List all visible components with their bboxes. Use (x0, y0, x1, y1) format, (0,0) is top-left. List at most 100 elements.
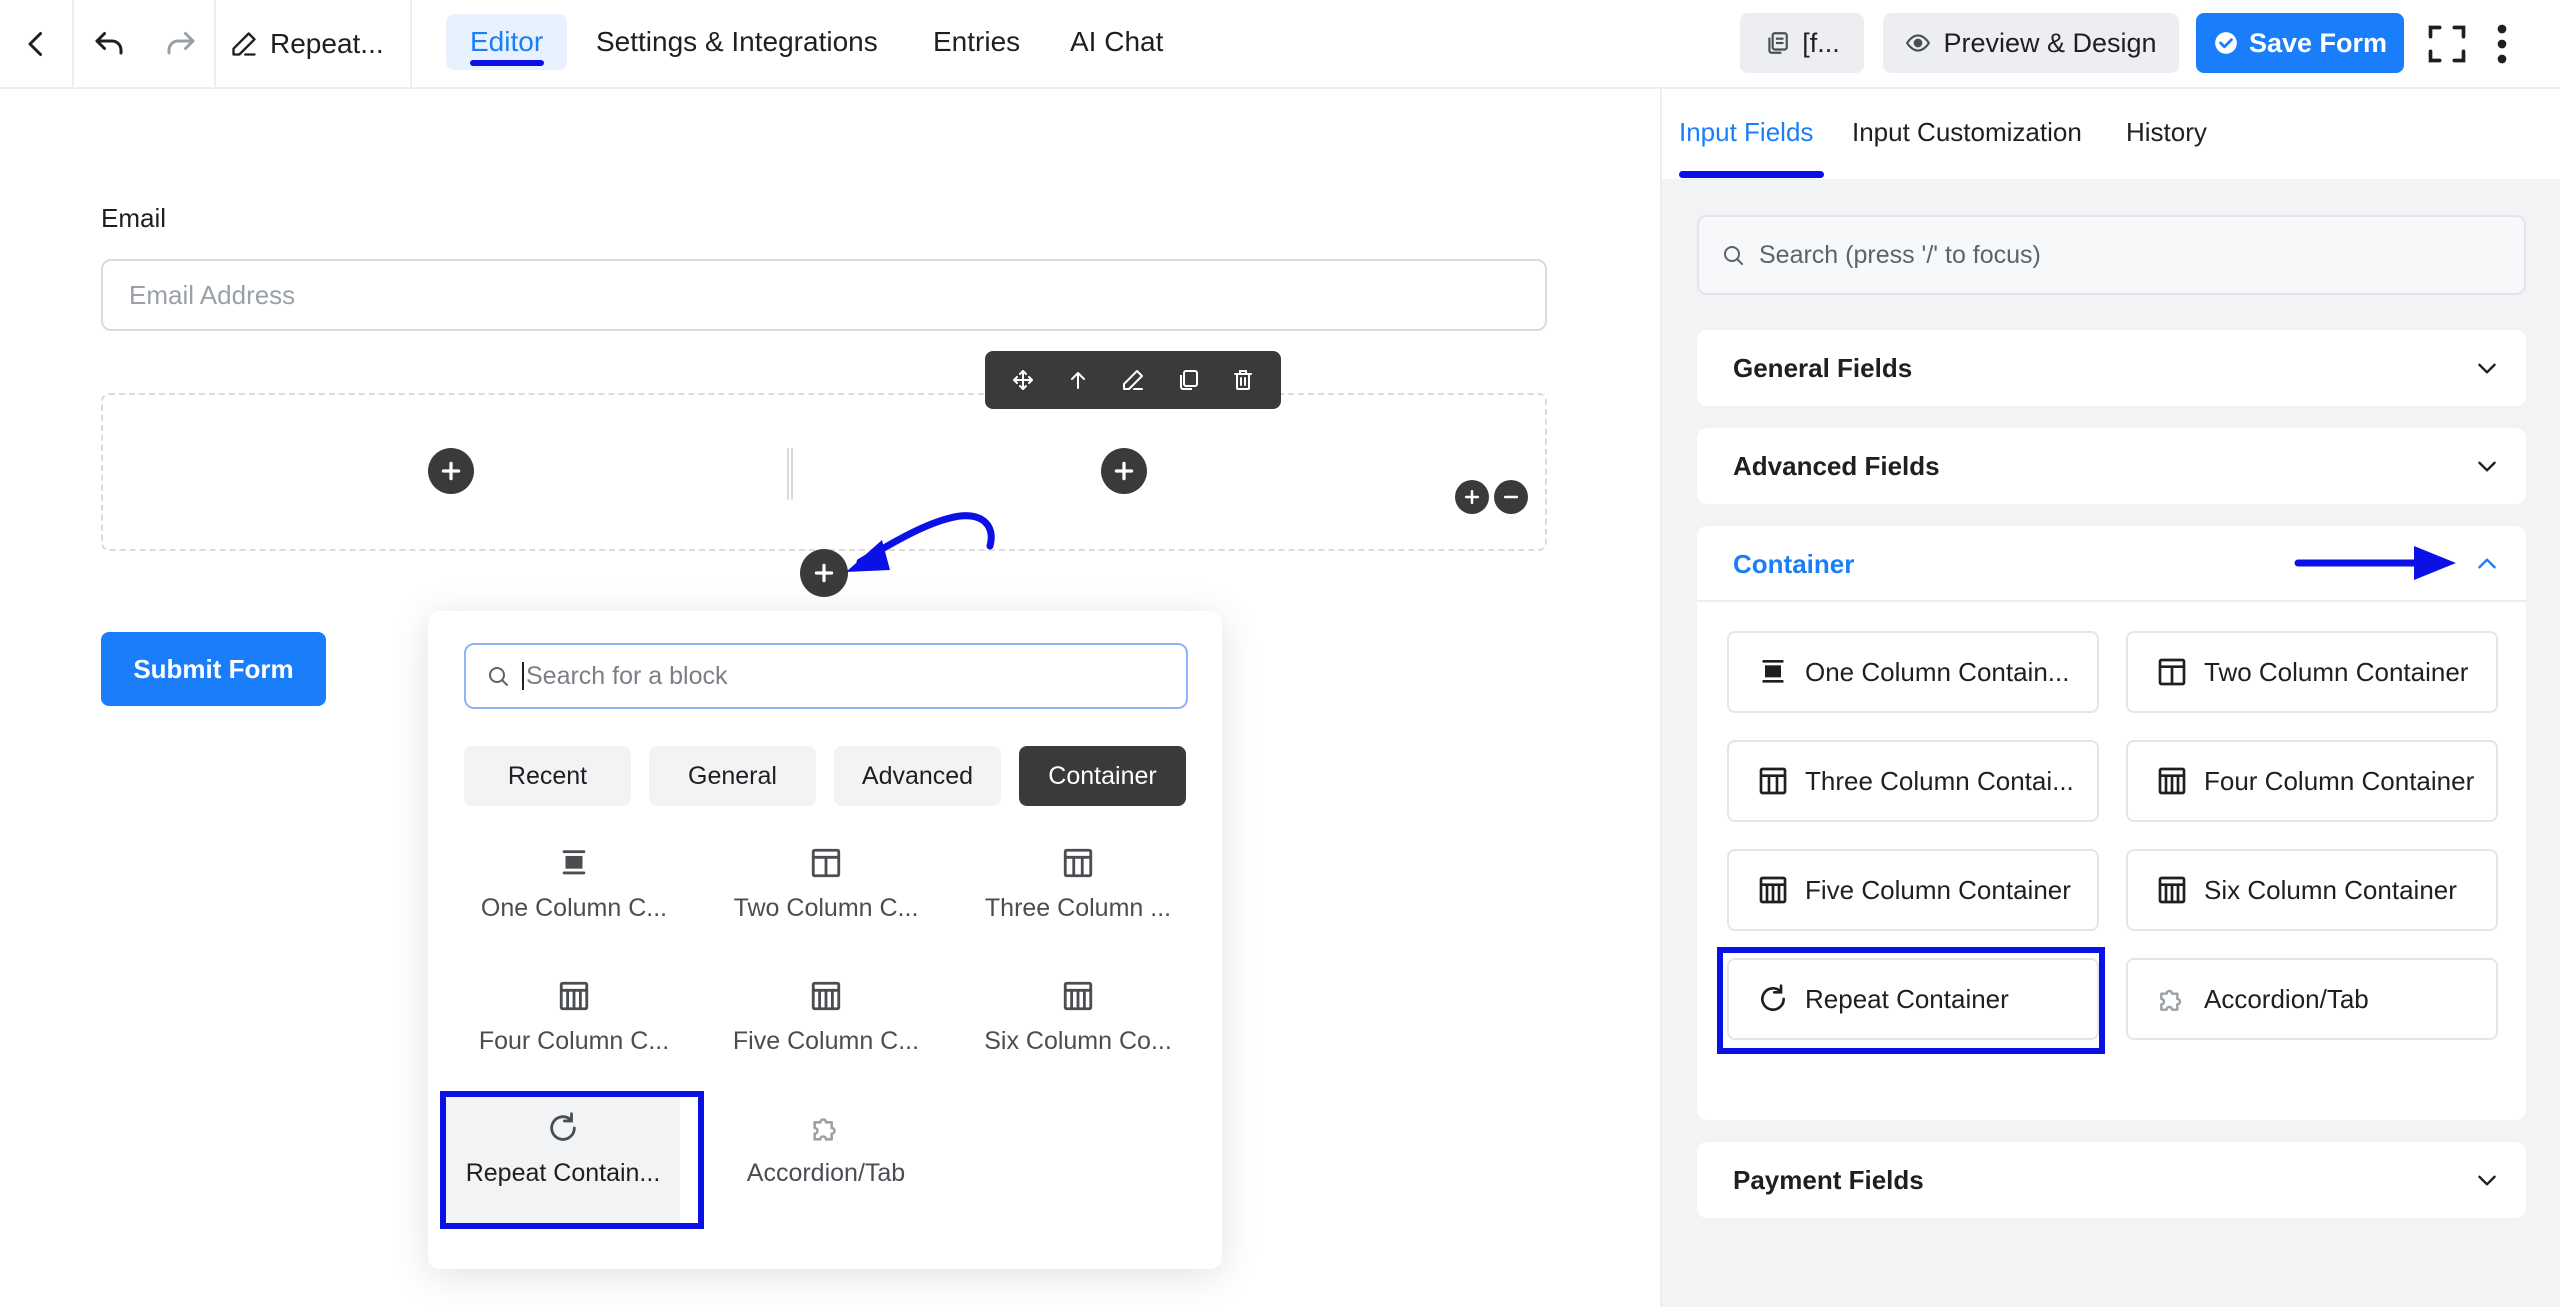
block-label: One Column C... (480, 894, 668, 922)
chevron-left-icon (28, 31, 42, 56)
field-label: Six Column Container (2204, 874, 2457, 905)
add-block-button[interactable] (800, 549, 848, 597)
preview-design-label: Preview & Design (1943, 27, 2157, 58)
field-label: Accordion/Tab (2204, 983, 2369, 1014)
block-five-column[interactable]: Five Column C... (716, 979, 936, 1089)
back-button[interactable] (0, 0, 72, 87)
form-name-label: Repeat... (270, 27, 384, 59)
fullscreen-button[interactable] (2420, 0, 2474, 87)
trash-icon (1234, 370, 1253, 390)
one-column-icon (1762, 660, 1784, 683)
section-title: Payment Fields (1733, 1165, 1924, 1195)
annotation-highlight-box (440, 1091, 704, 1229)
arrow-up-icon (1070, 372, 1085, 389)
category-advanced[interactable]: Advanced (834, 746, 1001, 806)
add-column-button[interactable] (1455, 480, 1489, 514)
add-field-column-2-button[interactable] (1101, 448, 1147, 494)
block-label: Five Column C... (732, 1027, 920, 1055)
block-label: Four Column C... (478, 1027, 670, 1055)
block-three-column[interactable]: Three Column ... (968, 846, 1188, 956)
field-accordion-tab[interactable]: Accordion/Tab (2126, 958, 2498, 1040)
top-bar: Repeat... Editor Settings & Integrations… (0, 0, 2560, 89)
fields-search-box[interactable] (1697, 215, 2526, 295)
duplicate-button[interactable] (1174, 366, 1202, 394)
tab-history[interactable]: History (2126, 117, 2207, 148)
advanced-fields-section[interactable]: Advanced Fields (1697, 428, 2526, 504)
undo-icon (95, 31, 123, 54)
category-recent[interactable]: Recent (464, 746, 631, 806)
section-title: General Fields (1733, 353, 1913, 383)
tab-input-fields[interactable]: Input Fields (1679, 117, 1813, 148)
category-container[interactable]: Container (1019, 746, 1186, 806)
edit-button[interactable] (1119, 366, 1147, 394)
category-general[interactable]: General (649, 746, 816, 806)
save-form-label: Save Form (2248, 27, 2388, 58)
plus-icon (1464, 489, 1480, 505)
tab-ai-chat[interactable]: AI Chat (1046, 14, 1187, 70)
plus-icon (441, 461, 461, 481)
undo-button[interactable] (74, 0, 144, 87)
two-column-icon (811, 848, 841, 878)
preview-design-button[interactable]: Preview & Design (1883, 13, 2179, 73)
more-options-button[interactable] (2480, 0, 2524, 87)
block-one-column[interactable]: One Column C... (464, 846, 684, 956)
plus-icon (1114, 461, 1134, 481)
container-section-header[interactable]: Container (1697, 526, 2526, 602)
block-accordion-tab[interactable]: Accordion/Tab (716, 1111, 936, 1221)
field-three-column-container[interactable]: Three Column Contai... (1727, 740, 2099, 822)
block-six-column[interactable]: Six Column Co... (968, 979, 1188, 1089)
five-column-icon (811, 981, 841, 1011)
search-icon (489, 667, 508, 686)
block-search-input[interactable] (526, 661, 1166, 691)
field-four-column-container[interactable]: Four Column Container (2126, 740, 2498, 822)
sidebar-tabs: Input Fields Input Customization History (1662, 89, 2560, 179)
field-one-column-container[interactable]: One Column Contain... (1727, 631, 2099, 713)
block-two-column[interactable]: Two Column C... (716, 846, 936, 956)
tab-entries-label: Entries (933, 26, 1021, 57)
redo-button[interactable] (146, 0, 216, 87)
save-form-button[interactable]: Save Form (2196, 13, 2404, 73)
remove-column-button[interactable] (1494, 480, 1528, 514)
field-six-column-container[interactable]: Six Column Container (2126, 849, 2498, 931)
submit-form-button[interactable]: Submit Form (101, 632, 326, 706)
three-column-icon (1759, 767, 1787, 795)
chevron-down-icon (2478, 1175, 2496, 1186)
form-name[interactable]: Repeat... (230, 0, 384, 87)
copy-icon (1768, 32, 1789, 54)
four-column-icon (2158, 767, 2186, 795)
edit-pencil-icon (1122, 370, 1143, 390)
fields-search-input[interactable] (1759, 240, 2499, 270)
two-column-icon (2158, 658, 2186, 686)
email-field-label: Email (101, 203, 167, 233)
tab-settings-integrations[interactable]: Settings & Integrations (572, 14, 902, 70)
general-fields-section[interactable]: General Fields (1697, 330, 2526, 406)
field-label: Three Column Contai... (1805, 765, 2074, 796)
payment-fields-section[interactable]: Payment Fields (1697, 1142, 2526, 1218)
minus-icon (1503, 495, 1519, 499)
block-search-box[interactable] (464, 643, 1188, 709)
block-four-column[interactable]: Four Column C... (464, 979, 684, 1089)
shortcode-button[interactable]: [f... (1740, 13, 1864, 73)
add-field-column-1-button[interactable] (428, 448, 474, 494)
chevron-down-icon (2478, 461, 2496, 472)
puzzle-icon (2160, 989, 2182, 1011)
move-up-button[interactable] (1064, 366, 1092, 394)
email-input[interactable] (101, 259, 1547, 331)
tab-settings-label: Settings & Integrations (596, 26, 878, 57)
column-resize-handle[interactable] (787, 448, 793, 500)
one-column-icon (562, 850, 586, 875)
tab-ai-chat-label: AI Chat (1070, 26, 1164, 57)
field-two-column-container[interactable]: Two Column Container (2126, 631, 2498, 713)
eye-icon (1906, 34, 1931, 52)
move-button[interactable] (1009, 366, 1037, 394)
five-column-icon (1759, 876, 1787, 904)
field-five-column-container[interactable]: Five Column Container (1727, 849, 2099, 931)
two-column-container-block[interactable] (101, 393, 1547, 551)
tab-input-customization[interactable]: Input Customization (1852, 117, 2082, 148)
three-column-icon (1063, 848, 1093, 878)
delete-button[interactable] (1229, 366, 1257, 394)
kebab-menu-icon (2497, 24, 2507, 63)
tab-entries[interactable]: Entries (909, 14, 1044, 70)
tab-editor-label: Editor (470, 26, 544, 57)
check-circle-icon (2215, 32, 2237, 54)
